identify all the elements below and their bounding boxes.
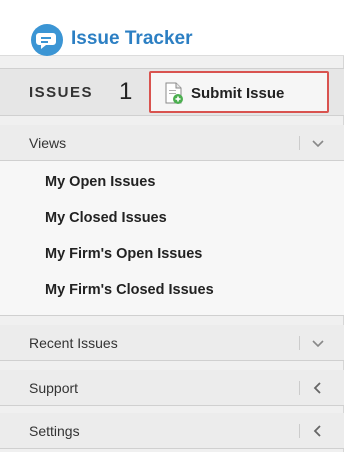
chevron-down-icon[interactable] — [310, 135, 326, 151]
submit-issue-label: Submit Issue — [191, 85, 285, 102]
section-views-label: Views — [29, 135, 67, 151]
view-item-label: My Closed Issues — [45, 210, 167, 226]
section-divider — [299, 336, 300, 350]
sidebar-panel: Issue Tracker ISSUES 1 Submit Issue View… — [0, 0, 344, 452]
section-support[interactable]: Support — [0, 370, 344, 406]
view-item-label: My Open Issues — [45, 174, 156, 190]
submit-issue-button[interactable]: Submit Issue — [149, 71, 329, 113]
section-views[interactable]: Views — [0, 125, 344, 161]
section-divider — [299, 424, 300, 438]
new-document-icon — [165, 82, 183, 104]
view-item-label: My Firm's Open Issues — [45, 246, 203, 262]
section-divider — [299, 381, 300, 395]
section-recent-issues[interactable]: Recent Issues — [0, 325, 344, 361]
view-item-firm-open-issues[interactable]: My Firm's Open Issues — [0, 239, 344, 271]
section-divider — [299, 136, 300, 150]
section-recent-label: Recent Issues — [29, 335, 118, 351]
chevron-down-icon[interactable] — [310, 335, 326, 351]
issues-bar: ISSUES 1 Submit Issue — [0, 68, 344, 116]
view-item-label: My Firm's Closed Issues — [45, 282, 214, 298]
app-title: Issue Tracker — [71, 28, 193, 49]
section-settings[interactable]: Settings — [0, 413, 344, 449]
view-item-my-closed-issues[interactable]: My Closed Issues — [0, 203, 344, 235]
section-settings-label: Settings — [29, 423, 80, 439]
chevron-left-icon[interactable] — [310, 423, 326, 439]
view-item-my-open-issues[interactable]: My Open Issues — [0, 167, 344, 199]
view-item-firm-closed-issues[interactable]: My Firm's Closed Issues — [0, 275, 344, 307]
views-list: My Open Issues My Closed Issues My Firm'… — [0, 161, 344, 316]
app-header: Issue Tracker — [0, 0, 344, 56]
issues-label: ISSUES — [29, 84, 94, 101]
step-number: 1 — [119, 78, 133, 105]
chat-bubble-icon — [31, 24, 63, 56]
section-support-label: Support — [29, 380, 79, 396]
chevron-left-icon[interactable] — [310, 380, 326, 396]
